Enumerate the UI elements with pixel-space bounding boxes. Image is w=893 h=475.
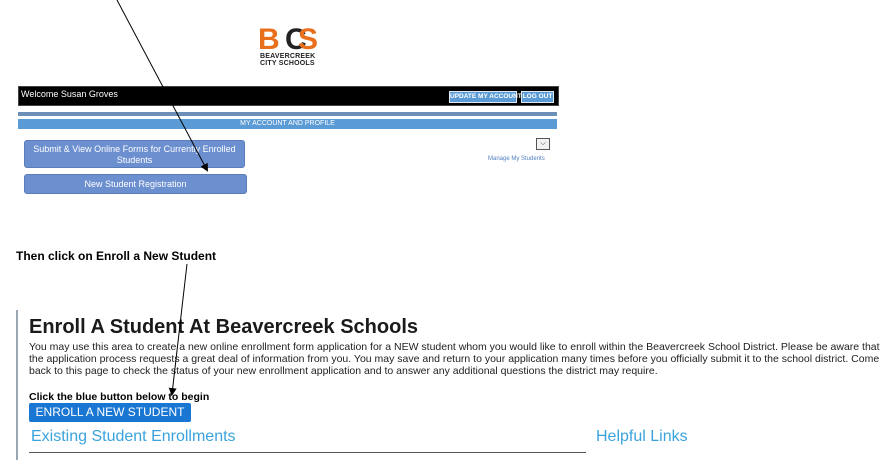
helpful-links-heading: Helpful Links xyxy=(596,428,688,445)
beavercreek-logo: BCS BEAVERCREEK CITY SCHOOLS xyxy=(258,22,320,68)
section-left-border xyxy=(16,310,18,460)
new-student-registration-button[interactable]: New Student Registration xyxy=(24,174,247,194)
manage-students-link[interactable]: Manage My Students xyxy=(488,156,545,162)
update-account-button[interactable]: UPDATE MY ACCOUNT xyxy=(449,91,522,103)
welcome-text: Welcome Susan Groves xyxy=(21,89,118,99)
logo-letters: BCS xyxy=(258,23,319,56)
logo-name-line1: BEAVERCREEK xyxy=(260,53,316,60)
instruction-text: Then click on Enroll a New Student xyxy=(16,249,217,263)
submit-forms-button[interactable]: Submit & View Online Forms for Currently… xyxy=(24,140,245,168)
existing-enrollments-heading: Existing Student Enrollments xyxy=(31,428,236,445)
enroll-title: Enroll A Student At Beavercreek Schools xyxy=(29,316,418,338)
student-select[interactable]: ⌵ xyxy=(536,138,550,150)
account-profile-header: MY ACCOUNT AND PROFILE xyxy=(18,119,557,129)
enroll-new-student-button[interactable]: ENROLL A NEW STUDENT xyxy=(29,403,191,422)
enroll-description: You may use this area to create a new on… xyxy=(29,341,880,377)
logo-name-line2: CITY SCHOOLS xyxy=(260,60,315,67)
chevron-down-icon: ⌵ xyxy=(540,140,546,147)
click-instruction-label: Click the blue button below to begin xyxy=(29,391,210,403)
logout-button[interactable]: LOG OUT xyxy=(521,91,554,103)
divider-bar xyxy=(18,112,557,116)
existing-enrollments-divider xyxy=(29,452,586,453)
